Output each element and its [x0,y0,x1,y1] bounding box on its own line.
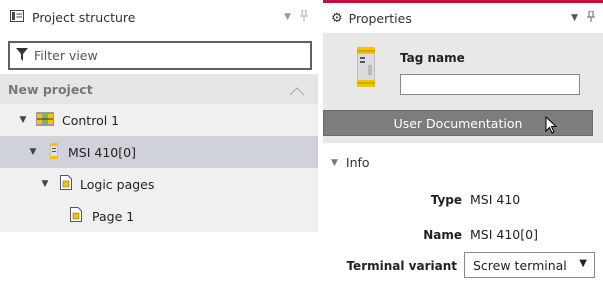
project-structure-header: Project structure ▼ [0,0,318,34]
info-section-header[interactable]: ▼ Info [331,155,370,170]
logic-pages-icon [60,175,72,193]
collapse-chevron-icon[interactable] [289,84,305,96]
terminal-variant-value: Screw terminal [473,257,567,273]
type-label: Type [430,193,462,207]
panel-menu-icon[interactable]: ▼ [284,12,292,22]
expand-arrow-icon[interactable]: ▼ [28,147,38,157]
gear-icon: ⚙ [331,10,343,26]
filter-icon [16,47,28,64]
properties-box: Tag name User Documentation [323,33,603,143]
name-value: MSI 410[0] [470,227,538,242]
tree-item-label: Control 1 [62,112,120,128]
terminal-variant-select[interactable]: Screw terminal ▼ [464,252,595,278]
name-label: Name [423,228,462,242]
collapse-arrow-icon[interactable]: ▼ [331,158,338,168]
project-structure-icon [10,9,24,25]
tree-item-msi[interactable]: ▼ MSI 410[0] [0,136,318,168]
tree-item-label: Page 1 [92,208,135,224]
panel-title: Properties [348,10,412,26]
module-icon [49,142,59,162]
type-value: MSI 410 [470,192,521,207]
filter-view-field[interactable] [8,41,312,70]
dropdown-arrow-icon[interactable]: ▼ [579,258,587,269]
tree-item-label: Logic pages [80,176,155,192]
mouse-cursor-icon [545,115,558,137]
page-icon [70,207,82,225]
properties-panel: ⚙ Properties ▼ Tag name User Documentati… [323,0,603,285]
properties-header: ⚙ Properties ▼ [323,3,603,33]
tree-item-logic-pages[interactable]: ▼ Logic pages [0,168,318,200]
tree-item-control[interactable]: ▼ Control 1 [0,104,318,136]
project-name: New project [8,81,93,97]
tree-item-page[interactable]: Page 1 [0,200,318,232]
project-structure-panel: Project structure ▼ New project ▼ C [0,0,318,285]
project-header[interactable]: New project [0,74,318,104]
panel-menu-icon[interactable]: ▼ [571,13,579,23]
panel-title: Project structure [32,9,136,25]
tag-name-input[interactable] [400,74,580,95]
controller-icon [36,111,54,129]
tree-item-label: MSI 410[0] [68,144,136,160]
filter-input[interactable] [34,48,310,63]
pin-icon[interactable] [587,10,595,25]
expand-arrow-icon[interactable]: ▼ [40,179,50,189]
expand-arrow-icon[interactable]: ▼ [18,115,28,125]
terminal-variant-label: Terminal variant [346,259,457,273]
info-section-label: Info [345,155,370,170]
tag-name-label: Tag name [400,51,465,65]
module-icon [356,46,376,90]
pin-icon[interactable] [300,9,308,24]
